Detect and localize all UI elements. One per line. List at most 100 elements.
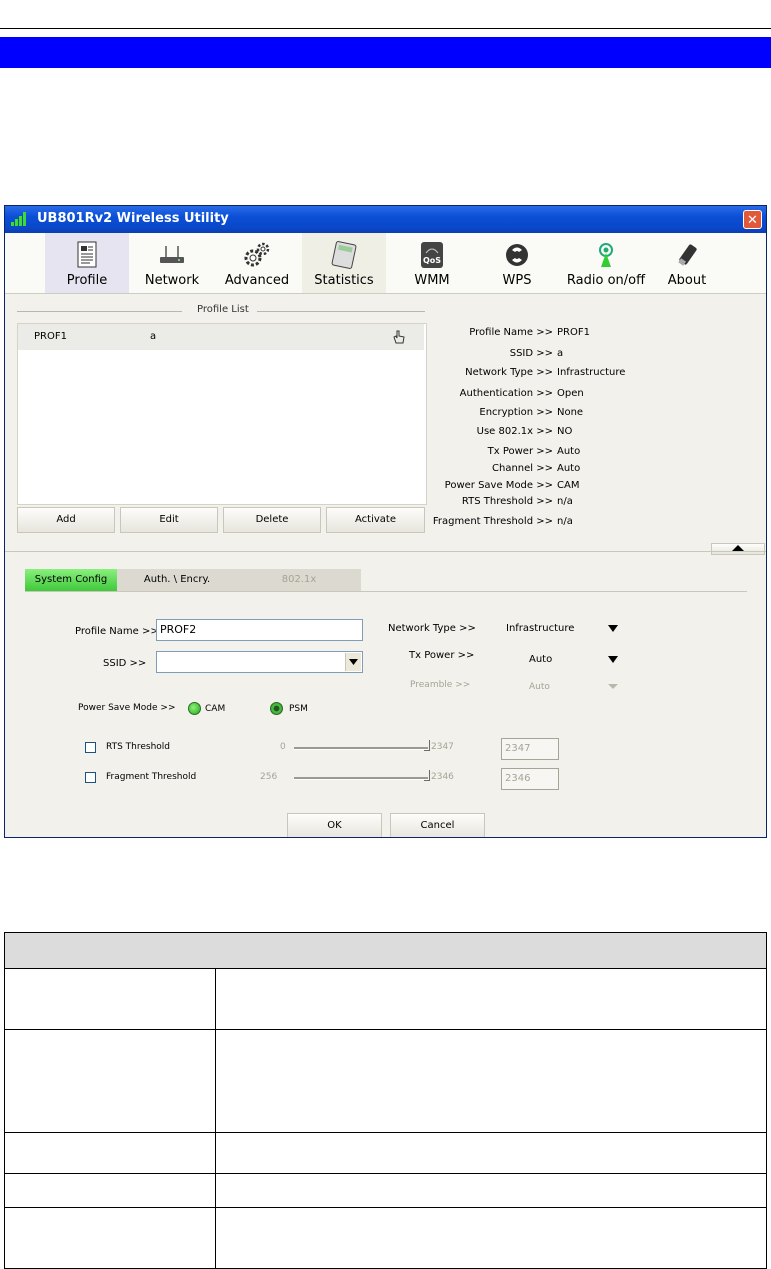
section-header-bar (0, 37, 771, 68)
radio-antenna-icon (599, 243, 613, 267)
info-profile-name: Profile Name >> (469, 327, 553, 338)
toolbar-label: Radio on/off (566, 273, 646, 288)
table-row (5, 1030, 766, 1133)
table-row (5, 969, 766, 1030)
toolbar-label: WPS (502, 273, 532, 288)
fragment-threshold-label: Fragment Threshold (106, 772, 197, 782)
info-channel-value: Auto (557, 463, 581, 474)
network-type-dropdown-icon[interactable] (608, 625, 618, 632)
rts-max-label: 2347 (431, 742, 454, 752)
usb-adapter-icon (678, 244, 697, 266)
page-top-rule (0, 28, 771, 29)
tab-8021x[interactable]: 802.1x (237, 569, 361, 591)
toolbar-label: Network (144, 273, 200, 288)
profile-list-heading: Profile List (197, 304, 249, 315)
info-use-8021x: Use 802.1x >> (476, 426, 553, 437)
profile-listbox[interactable]: PROF1 a (17, 323, 427, 505)
tx-power-dropdown-icon[interactable] (608, 656, 618, 663)
toolbar-network[interactable]: Network (130, 233, 214, 293)
rts-slider-track[interactable] (294, 747, 428, 750)
edit-button[interactable]: Edit (120, 507, 218, 533)
frag-slider-track[interactable] (294, 777, 428, 780)
info-fragment-threshold: Fragment Threshold >> (432, 516, 553, 527)
title-bar[interactable]: UB801Rv2 Wireless Utility ✕ (5, 206, 766, 233)
description-table (4, 932, 767, 1269)
toolbar-statistics[interactable]: Statistics (302, 233, 386, 293)
info-use-8021x-value: NO (557, 426, 573, 437)
config-power-save-label: Power Save Mode >> (78, 703, 176, 713)
rts-value-input[interactable]: 2347 (501, 738, 559, 760)
list-item[interactable]: PROF1 a (18, 324, 424, 350)
toolbar-advanced[interactable]: Advanced (215, 233, 299, 293)
ssid-dropdown-button[interactable] (345, 653, 361, 671)
svg-text:QoS: QoS (423, 256, 441, 265)
toolbar-label: Advanced (224, 273, 290, 288)
hand-pointer-icon (393, 330, 405, 344)
info-rts-threshold-value: n/a (557, 496, 573, 507)
ok-button[interactable]: OK (287, 813, 382, 837)
profile-list-rule-right (257, 311, 425, 312)
tab-auth-encry[interactable]: Auth. \ Encry. (117, 569, 237, 591)
table-row (5, 1174, 766, 1208)
add-button[interactable]: Add (17, 507, 115, 533)
info-authentication-value: Open (557, 388, 584, 399)
chevron-down-icon (349, 659, 358, 665)
config-profile-name-label: Profile Name >> (75, 626, 159, 637)
toolbar-label: WMM (414, 273, 450, 288)
calculator-icon (331, 241, 357, 269)
table-row (5, 1133, 766, 1174)
ssid-combobox[interactable] (156, 651, 363, 673)
toolbar-label: About (667, 273, 707, 288)
profile-name-input[interactable]: PROF2 (156, 619, 363, 641)
toolbar-profile[interactable]: Profile (45, 233, 129, 293)
tab-system-config[interactable]: System Config (25, 569, 117, 591)
signal-strength-icon (11, 212, 29, 226)
config-tx-power-label: Tx Power >> (409, 650, 475, 661)
toolbar-radio-on-off[interactable]: Radio on/off (560, 233, 652, 293)
info-network-type-value: Infrastructure (557, 367, 626, 378)
psm-radio[interactable] (270, 702, 283, 715)
info-tx-power-value: Auto (557, 446, 581, 457)
profile-list-rule-left (17, 311, 182, 312)
toolbar-wmm[interactable]: QoS WMM (390, 233, 474, 293)
fragment-threshold-checkbox[interactable] (85, 772, 96, 783)
cam-radio[interactable] (188, 702, 201, 715)
rts-slider-thumb[interactable] (424, 740, 430, 751)
preamble-value: Auto (529, 682, 550, 692)
config-preamble-label: Preamble >> (410, 680, 471, 690)
section-divider (5, 551, 766, 552)
wireless-utility-window: UB801Rv2 Wireless Utility ✕ Profile Netw… (4, 205, 767, 838)
toolbar-about[interactable]: About (645, 233, 729, 293)
info-network-type: Network Type >> (465, 367, 553, 378)
config-ssid-label: SSID >> (103, 658, 147, 669)
info-profile-name-value: PROF1 (557, 327, 590, 338)
info-authentication: Authentication >> (459, 388, 553, 399)
close-icon[interactable]: ✕ (743, 210, 762, 229)
rts-threshold-checkbox[interactable] (85, 742, 96, 753)
network-type-value[interactable]: Infrastructure (506, 623, 574, 634)
info-rts-threshold: RTS Threshold >> (461, 496, 553, 507)
cancel-button[interactable]: Cancel (390, 813, 485, 837)
window-title: UB801Rv2 Wireless Utility (37, 211, 229, 226)
table-header (5, 933, 766, 969)
profile-row-ssid: a (150, 331, 157, 342)
info-encryption-value: None (557, 407, 584, 418)
activate-button[interactable]: Activate (326, 507, 425, 533)
qos-icon: QoS (421, 242, 443, 268)
rts-min-label: 0 (280, 742, 286, 752)
router-icon (160, 246, 184, 263)
tab-underline (25, 591, 747, 592)
preamble-dropdown-icon (608, 684, 618, 689)
profile-row-name: PROF1 (34, 331, 67, 342)
delete-button[interactable]: Delete (223, 507, 321, 533)
info-power-save-mode: Power Save Mode >> (444, 480, 553, 491)
toolbar-label: Profile (66, 273, 108, 288)
frag-max-label: 2346 (431, 772, 454, 782)
frag-slider-thumb[interactable] (424, 770, 430, 781)
info-power-save-mode-value: CAM (557, 480, 580, 491)
tx-power-value[interactable]: Auto (529, 654, 552, 665)
info-channel: Channel >> (492, 463, 553, 474)
frag-value-input[interactable]: 2346 (501, 768, 559, 790)
collapse-button[interactable] (711, 543, 765, 555)
toolbar-wps[interactable]: WPS (475, 233, 559, 293)
